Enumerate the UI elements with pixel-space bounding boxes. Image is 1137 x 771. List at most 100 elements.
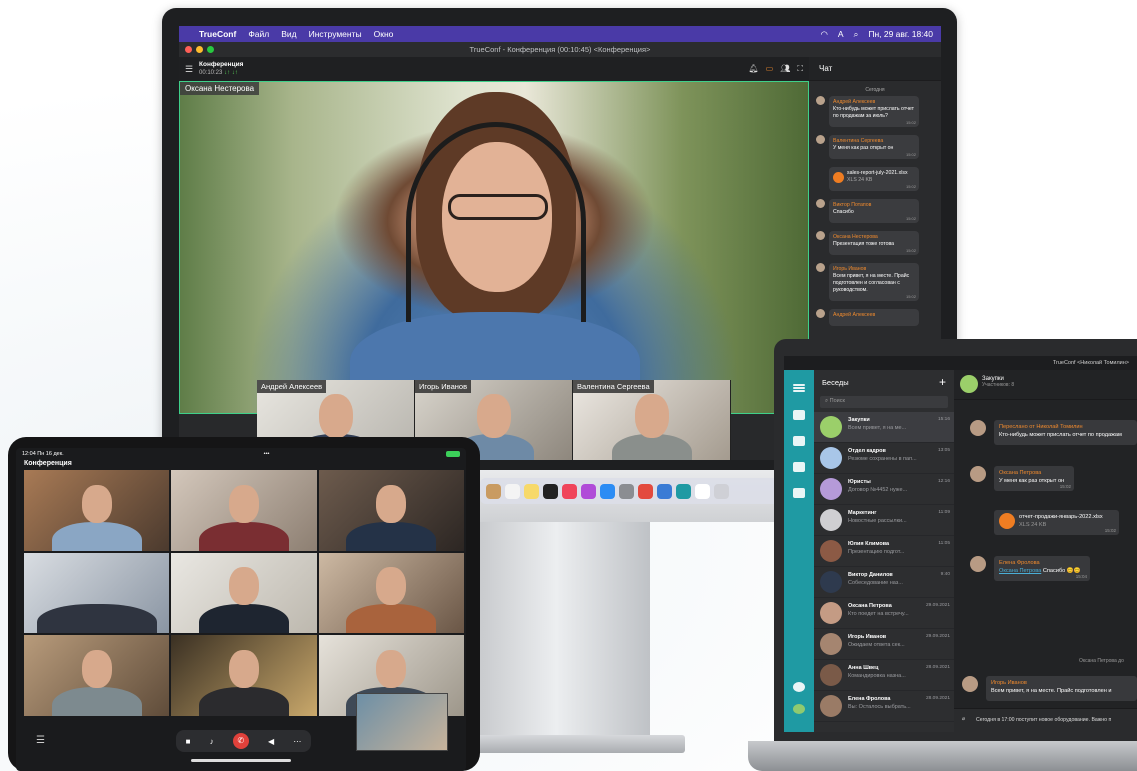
conversation-item[interactable]: Отдел кадров Резюме сохранены в пап... 13:…: [814, 443, 954, 474]
chat-text: У меня как раз открыт он: [833, 145, 894, 151]
menu-app-name[interactable]: TrueConf: [199, 29, 236, 39]
menu-view[interactable]: Вид: [281, 29, 296, 39]
menu-icon[interactable]: [793, 384, 805, 386]
paperclip-icon[interactable]: ⌀: [962, 716, 965, 722]
settings-icon[interactable]: [619, 483, 634, 499]
video-tile[interactable]: [24, 552, 170, 634]
search-input[interactable]: ⌕ Поиск: [820, 396, 948, 408]
chat-message[interactable]: Елена Фролова Оксана Петрова Спасибо 😊😊 …: [970, 556, 1090, 581]
chat-author: Андрей Алексеев: [833, 99, 876, 105]
conversation-time: 9:40: [940, 572, 950, 577]
video-tile[interactable]: [24, 635, 170, 716]
input-lang-badge[interactable]: A: [838, 29, 844, 39]
search-icon[interactable]: ⌕: [854, 29, 859, 40]
chat-file-message[interactable]: sales-report-july-2021.xlsx XLS 24 KB 15…: [829, 167, 919, 191]
podcasts-icon[interactable]: [581, 483, 596, 499]
video-tile[interactable]: [171, 552, 317, 634]
chrome-icon[interactable]: [638, 483, 653, 499]
gear-icon[interactable]: [793, 682, 805, 692]
self-view-pip[interactable]: [356, 693, 448, 751]
conversation-item[interactable]: Виктор Данилов Собеседование наз... 9:40: [814, 567, 954, 598]
speaker-icon[interactable]: ◀︎: [268, 737, 274, 746]
menu-file[interactable]: Файл: [248, 29, 269, 39]
menubar-status: ◠ A ⌕ Пн, 29 авг. 18:40: [820, 29, 933, 40]
main-speaker-video[interactable]: Оксана Нестерова: [179, 81, 809, 414]
chat-time: 15:02: [905, 294, 916, 299]
chat-message[interactable]: Виктор Потапов Спасибо 15:02: [816, 199, 919, 223]
add-conversation-button[interactable]: +: [939, 375, 946, 389]
notes-icon[interactable]: [524, 483, 539, 499]
file-icon: [833, 171, 844, 183]
avatar: [816, 135, 825, 144]
camera-icon[interactable]: ■: [186, 737, 191, 746]
video-tile[interactable]: [24, 470, 170, 551]
participant-head: [634, 394, 669, 438]
speaker-glasses: [448, 194, 548, 220]
file-size: XLS 24 KB: [847, 177, 873, 183]
file-attachment[interactable]: отчет-продажи-январь-2022.xlsx XLS 24 KB…: [994, 510, 1119, 535]
video-tile[interactable]: [318, 552, 464, 634]
avatar[interactable]: [793, 704, 805, 714]
minimize-window-button[interactable]: [196, 46, 203, 53]
conferences-icon[interactable]: [793, 436, 805, 446]
participant-tile[interactable]: Валентина Сергеева: [573, 380, 731, 460]
document-icon[interactable]: [695, 483, 710, 499]
menu-window[interactable]: Окно: [374, 29, 394, 39]
chat-message[interactable]: Пересланo от Николай Томилин Кто-нибудь …: [970, 420, 1137, 445]
conference-toolbar: ☰ Конференция 00:10:23 ↓↑ ↓↑ 🔔︎ ▭ 👥︎ ⛶: [179, 57, 809, 81]
avatar: [816, 199, 825, 208]
chat-author: Игорь Иванов: [991, 680, 1027, 686]
reminders-icon[interactable]: [505, 483, 520, 499]
microphone-icon[interactable]: ♪: [210, 737, 214, 746]
conversation-item[interactable]: Оксана Петрова Кто поедет на встречу... 29…: [814, 598, 954, 629]
chat-message[interactable]: Игорь Иванов Всем привет, я на месте. Пр…: [816, 263, 919, 301]
conversation-item[interactable]: Елена Фролова Вы: Осталось выбрать... 28.0…: [814, 691, 954, 722]
group-avatar[interactable]: [960, 375, 978, 393]
file-attachment[interactable]: sales-report-july-2021.xlsx XLS 24 KB: [833, 170, 915, 184]
more-icon[interactable]: ⋯: [293, 737, 301, 746]
conversation-item[interactable]: Юристы Договор №4452 нуже... 12:16: [814, 474, 954, 505]
wifi-icon[interactable]: ◠: [820, 29, 827, 40]
conversation-time: 12:16: [937, 479, 950, 484]
chat-message[interactable]: Валентина Сергеева У меня как раз открыт…: [816, 135, 919, 159]
conversation-name: Закупки: [848, 417, 870, 423]
conversation-item[interactable]: Анна Швец Командировка назна... 28.09.2021: [814, 660, 954, 691]
traffic-lights: [185, 46, 214, 53]
calls-icon[interactable]: [793, 488, 805, 498]
contacts-icon[interactable]: [793, 410, 805, 420]
close-window-button[interactable]: [185, 46, 192, 53]
conversation-item[interactable]: Игорь Иванов Ожидаем ответа сек... 29.09.2…: [814, 629, 954, 660]
trash-icon[interactable]: [714, 483, 729, 499]
trueconf-icon[interactable]: [676, 483, 691, 499]
notifications-icon[interactable]: 🔔︎: [749, 64, 759, 74]
chat-message[interactable]: Андрей Алексеев Кто-нибудь может прислат…: [816, 96, 919, 127]
hangup-button[interactable]: ✆: [232, 733, 249, 749]
menu-icon[interactable]: ☰: [185, 64, 193, 75]
menubar-clock[interactable]: Пн, 29 авг. 18:40: [868, 29, 933, 39]
chat-icon[interactable]: ▭: [766, 64, 774, 74]
chat-message[interactable]: Оксана Петрова У меня как раз открыт он …: [970, 466, 1074, 491]
tv-icon[interactable]: [543, 483, 558, 499]
finder-icon[interactable]: [486, 483, 501, 499]
zoom-window-button[interactable]: [207, 46, 214, 53]
menu-tools[interactable]: Инструменты: [309, 29, 362, 39]
conversation-item[interactable]: Юлия Климова Презентацию подгот... 11:05: [814, 536, 954, 567]
participants-icon[interactable]: 👥︎: [780, 64, 790, 74]
chat-message[interactable]: Андрей Алексеев: [816, 309, 919, 326]
video-tile[interactable]: [318, 470, 464, 551]
menu-icon[interactable]: ☰: [36, 735, 45, 746]
chat-message[interactable]: Оксана Нестерова Презентация тоже готова…: [816, 231, 919, 255]
fullscreen-icon[interactable]: ⛶: [797, 64, 803, 74]
chat-message[interactable]: Игорь Иванов Всем привет, я на месте. Пр…: [962, 676, 1137, 701]
avatar: [970, 420, 986, 436]
chats-icon[interactable]: [793, 462, 805, 472]
music-icon[interactable]: [562, 483, 577, 499]
video-tile[interactable]: [171, 470, 317, 551]
finder-window-icon[interactable]: [657, 483, 672, 499]
video-tile[interactable]: [171, 635, 317, 716]
mention-link[interactable]: Оксана Петрова: [999, 568, 1041, 574]
app-store-icon[interactable]: [600, 483, 615, 499]
conversation-item[interactable]: Закупки Всем привет, я на ме... 15:16: [814, 412, 954, 443]
message-input[interactable]: ⌀ Сегодня в 17:00 поступит новое оборудо…: [954, 708, 1137, 732]
conversation-item[interactable]: Маркетинг Новостные рассылки... 11:09: [814, 505, 954, 536]
